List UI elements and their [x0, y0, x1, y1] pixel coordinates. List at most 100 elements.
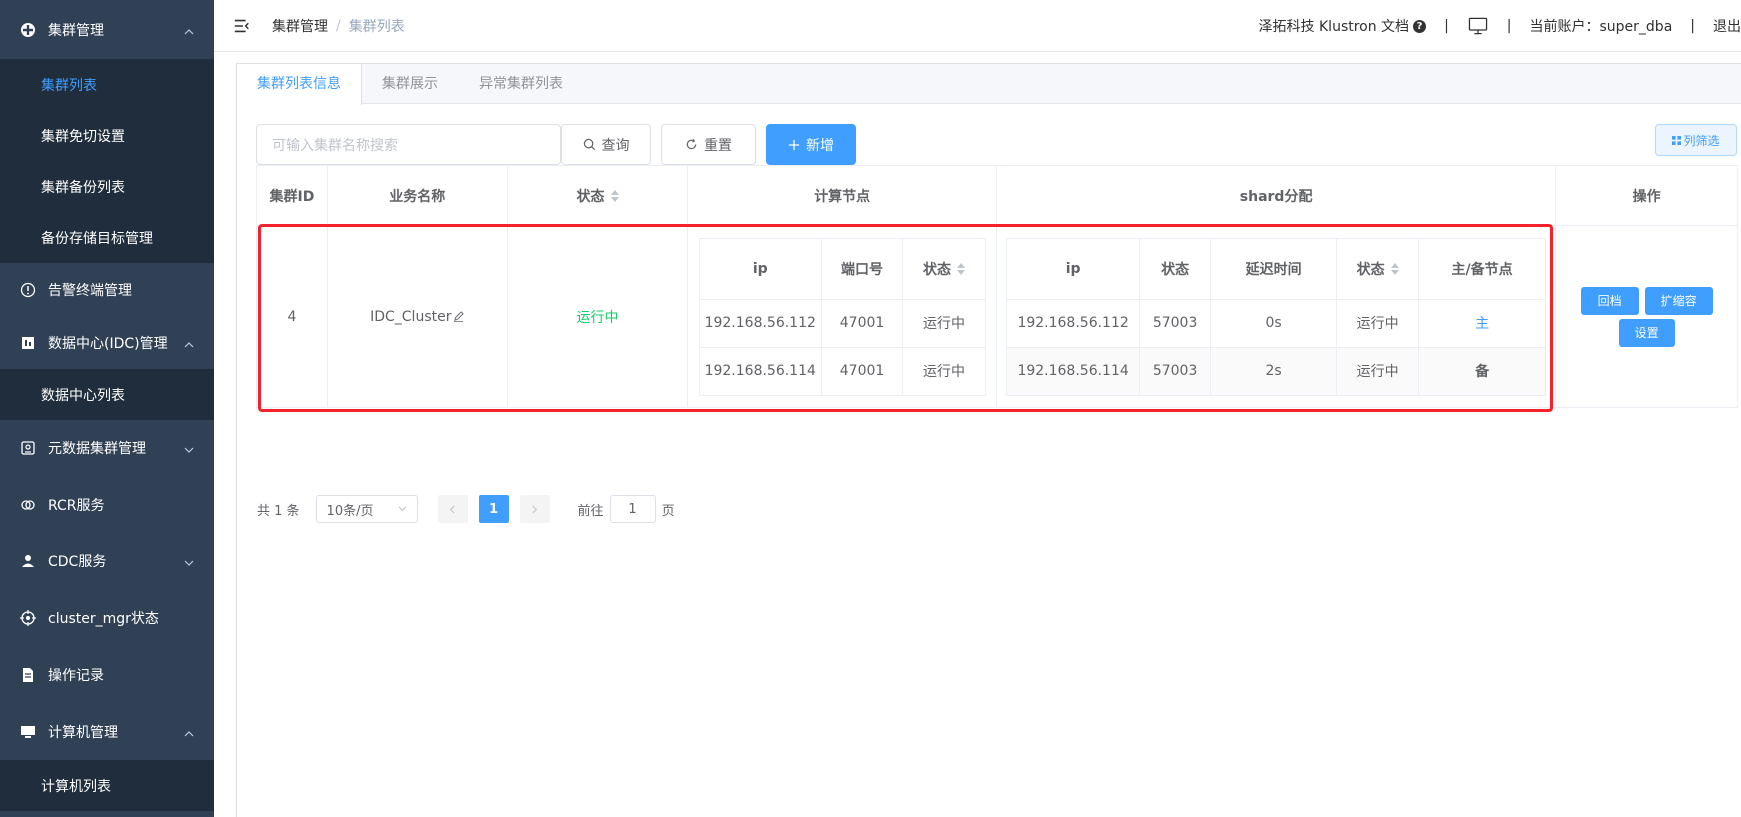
next-page-button[interactable]	[519, 495, 550, 523]
operation-buttons: 回档 扩缩容 设置	[1572, 286, 1722, 347]
menu-computer-management[interactable]: 计算机管理	[0, 703, 214, 760]
shard-delay: 2s	[1211, 347, 1338, 395]
shard-header-status[interactable]: 状态	[1337, 238, 1420, 299]
prev-page-button[interactable]	[437, 495, 468, 523]
add-button[interactable]: 新增	[766, 124, 856, 165]
compute-node-row: 192.168.56.112 47001 运行中	[699, 298, 985, 347]
compute-ip: 192.168.56.112	[700, 299, 822, 347]
header-status-label: 状态	[576, 188, 605, 205]
query-button[interactable]: 查询	[561, 124, 651, 165]
edit-icon[interactable]	[453, 311, 465, 322]
shard-delay: 0s	[1211, 299, 1338, 347]
header-separator: |	[1690, 18, 1695, 34]
breadcrumb-separator: /	[336, 17, 341, 34]
compute-header-ip: ip	[700, 238, 822, 299]
chevron-down-icon	[398, 502, 407, 517]
rollback-button[interactable]: 回档	[1580, 286, 1639, 315]
sidebar-item-cluster-list[interactable]: 集群列表	[0, 59, 214, 110]
menu-label: 告警终端管理	[48, 282, 132, 299]
menu-cdc-service[interactable]: CDC服务	[0, 533, 214, 589]
menu-label: 数据中心(IDC)管理	[48, 335, 168, 352]
menu-cluster-mgr-status[interactable]: cluster_mgr状态	[0, 589, 214, 646]
compute-subtable-header: ip 端口号 状态	[700, 238, 985, 299]
menu-operation-records[interactable]: 操作记录	[0, 646, 214, 703]
scale-button[interactable]: 扩缩容	[1644, 286, 1713, 315]
reset-label: 重置	[704, 137, 732, 154]
metadata-icon	[20, 440, 36, 456]
header-operations: 操作	[1632, 188, 1661, 205]
current-account: 当前账户：super_dba	[1529, 19, 1673, 35]
shard-subtable: ip 状态 延迟时间 状态 主/备节点 192.168.56.112 57003…	[1006, 237, 1547, 396]
cluster-table: 集群ID 业务名称 状态 计算节点 shard分配 操作 4 IDC_Clust…	[256, 165, 1738, 408]
breadcrumb: 集群管理 / 集群列表	[272, 16, 405, 36]
chevron-up-icon	[184, 25, 194, 35]
shard-header-status-label: 状态	[1356, 261, 1385, 278]
header-compute-nodes: 计算节点	[688, 166, 997, 225]
doc-link-label: 泽拓科技 Klustron 文档	[1258, 19, 1410, 35]
page-number[interactable]: 1	[478, 495, 509, 523]
breadcrumb-cluster-management[interactable]: 集群管理	[272, 16, 328, 36]
help-icon: ?	[1413, 19, 1427, 33]
compute-header-status[interactable]: 状态	[903, 239, 984, 299]
logout-link[interactable]: 退出	[1713, 16, 1741, 36]
chevron-right-icon	[532, 505, 538, 513]
column-filter-button[interactable]: 列筛选	[1655, 124, 1737, 156]
shard-row: 192.168.56.112 57003 0s 运行中 主	[1007, 298, 1546, 347]
sidebar-item-datacenter-list[interactable]: 数据中心列表	[0, 369, 214, 420]
tab-cluster-display[interactable]: 集群展示	[362, 64, 459, 104]
header-cluster-id: 集群ID	[257, 166, 328, 225]
tab-abnormal-clusters[interactable]: 异常集群列表	[459, 64, 584, 104]
tab-cluster-info[interactable]: 集群列表信息	[237, 64, 362, 105]
shard-port: 57003	[1140, 347, 1212, 395]
cell-operations: 回档 扩缩容 设置	[1556, 226, 1737, 407]
page-size-select[interactable]: 10条/页	[315, 495, 418, 523]
compute-node-row: 192.168.56.114 47001 运行中	[699, 346, 985, 395]
chevron-down-icon	[184, 443, 194, 453]
grid-icon	[1672, 135, 1682, 145]
goto-page: 前往 1 页	[578, 495, 675, 523]
sidebar-item-computer-list[interactable]: 计算机列表	[0, 760, 214, 811]
compute-subtable: ip 端口号 状态 192.168.56.112 47001 运行中 192.1…	[698, 237, 986, 396]
menu-label: 操作记录	[48, 667, 104, 684]
sidebar-item-backup-storage[interactable]: 备份存储目标管理	[0, 212, 214, 263]
hamburger-icon[interactable]	[232, 16, 252, 36]
goto-page-input[interactable]: 1	[609, 495, 656, 523]
menu-alert-terminal[interactable]: 告警终端管理	[0, 263, 214, 316]
menu-metadata-cluster[interactable]: 元数据集群管理	[0, 420, 214, 476]
chevron-up-icon	[184, 727, 194, 737]
sidebar-item-cluster-backup-list[interactable]: 集群备份列表	[0, 161, 214, 212]
shard-role: 主	[1475, 316, 1490, 332]
reset-button[interactable]: 重置	[661, 124, 756, 165]
menu-label: 计算机管理	[48, 724, 118, 741]
sort-icon[interactable]	[1390, 262, 1399, 275]
shard-header-delay: 延迟时间	[1211, 238, 1338, 299]
add-label: 新增	[806, 137, 834, 154]
menu-label: 集群管理	[48, 22, 104, 39]
sidebar-item-cluster-switch-settings[interactable]: 集群免切设置	[0, 110, 214, 161]
target-icon	[20, 609, 36, 626]
shard-role: 备	[1475, 364, 1490, 380]
doc-link[interactable]: 泽拓科技 Klustron 文档 ?	[1259, 16, 1427, 36]
sort-icon[interactable]	[610, 189, 619, 202]
monitor-icon[interactable]	[1467, 16, 1489, 36]
compute-port: 47001	[822, 299, 904, 347]
menu-datacenter[interactable]: 数据中心(IDC)管理	[0, 316, 214, 369]
cell-status: 运行中	[508, 226, 689, 407]
total-count: 共 1 条	[257, 503, 300, 519]
sort-icon[interactable]	[956, 262, 965, 275]
search-input[interactable]: 可输入集群名称搜索	[256, 124, 561, 165]
main-panel: 集群列表信息 集群展示 异常集群列表 可输入集群名称搜索 查询 重置 新增 列筛…	[236, 63, 1741, 817]
sidebar: 集群管理 集群列表 集群免切设置 集群备份列表 备份存储目标管理 告警终端管理 …	[0, 0, 214, 817]
header-status[interactable]: 状态	[508, 166, 689, 225]
toolbar: 可输入集群名称搜索 查询 重置 新增 列筛选	[256, 124, 1741, 165]
goto-suffix: 页	[661, 503, 675, 519]
menu-rcr-service[interactable]: RCR服务	[0, 476, 214, 533]
shard-status: 运行中	[1337, 299, 1420, 347]
menu-cluster-management[interactable]: 集群管理	[0, 0, 214, 59]
settings-button[interactable]: 设置	[1618, 318, 1675, 347]
menu-label: 元数据集群管理	[48, 441, 146, 457]
menu-label: cluster_mgr状态	[48, 610, 159, 627]
search-icon	[583, 138, 596, 151]
compute-status: 运行中	[922, 316, 965, 332]
table-row: 4 IDC_Cluster 运行中 ip 端口号 状态 192.168.56.1…	[257, 226, 1737, 408]
